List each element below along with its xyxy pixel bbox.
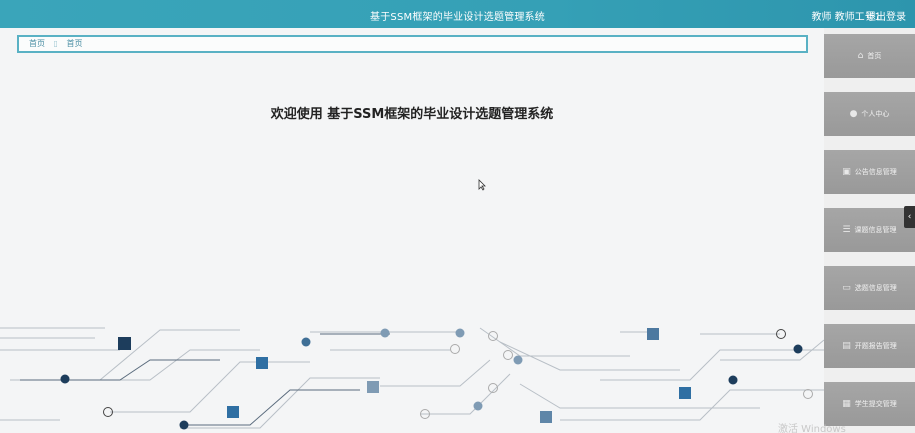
- folder-icon: ▭: [842, 283, 851, 293]
- menu-item-label: 个人中心: [861, 110, 890, 118]
- breadcrumb: 首页 ▯ 首页: [17, 35, 808, 53]
- menu-item-home[interactable]: ⌂ 首页: [824, 34, 915, 78]
- logout-link[interactable]: 退出登录: [866, 8, 906, 23]
- home-icon: ⌂: [857, 51, 864, 61]
- menu-item-label: 学生提交管理: [854, 400, 897, 408]
- grid-icon: ▦: [842, 399, 851, 409]
- windows-activation-watermark: 激活 Windows: [778, 424, 846, 433]
- menu-item-proposals[interactable]: ▤ 开题报告管理: [824, 324, 915, 368]
- menu-item-selections[interactable]: ▭ 选题信息管理: [824, 266, 915, 310]
- menu-item-label: 首页: [867, 52, 882, 60]
- user-icon: ●: [849, 109, 858, 119]
- welcome-heading: 欢迎使用 基于SSM框架的毕业设计选题管理系统: [270, 107, 554, 122]
- breadcrumb-home[interactable]: 首页: [29, 39, 45, 48]
- top-header: 基于SSM框架的毕业设计选题管理系统 教师 教师工号1 退出登录: [0, 0, 915, 28]
- sidebar-menu: ⌂ 首页 ● 个人中心 ▣ 公告信息管理 ☰ 课题信息管理 ▭ 选题信息管理 ▤…: [824, 28, 915, 433]
- breadcrumb-separator: ▯: [53, 39, 58, 48]
- breadcrumb-current: 首页: [66, 39, 83, 48]
- menu-item-profile[interactable]: ● 个人中心: [824, 92, 915, 136]
- notice-icon: ▣: [842, 167, 851, 177]
- chevron-left-icon: ‹: [907, 212, 912, 222]
- menu-item-label: 公告信息管理: [854, 168, 897, 176]
- menu-item-announcements[interactable]: ▣ 公告信息管理: [824, 150, 915, 194]
- menu-item-label: 课题信息管理: [854, 226, 897, 234]
- collapse-sidebar-button[interactable]: ‹: [904, 206, 915, 228]
- circuit-decoration: [0, 327, 824, 430]
- list-icon: ☰: [842, 225, 851, 235]
- app-title: 基于SSM框架的毕业设计选题管理系统: [370, 12, 545, 23]
- mouse-cursor-icon: [478, 179, 486, 191]
- menu-item-topics[interactable]: ☰ 课题信息管理: [824, 208, 915, 252]
- menu-item-label: 选题信息管理: [854, 284, 897, 292]
- menu-item-label: 开题报告管理: [854, 342, 897, 350]
- report-icon: ▤: [842, 341, 851, 351]
